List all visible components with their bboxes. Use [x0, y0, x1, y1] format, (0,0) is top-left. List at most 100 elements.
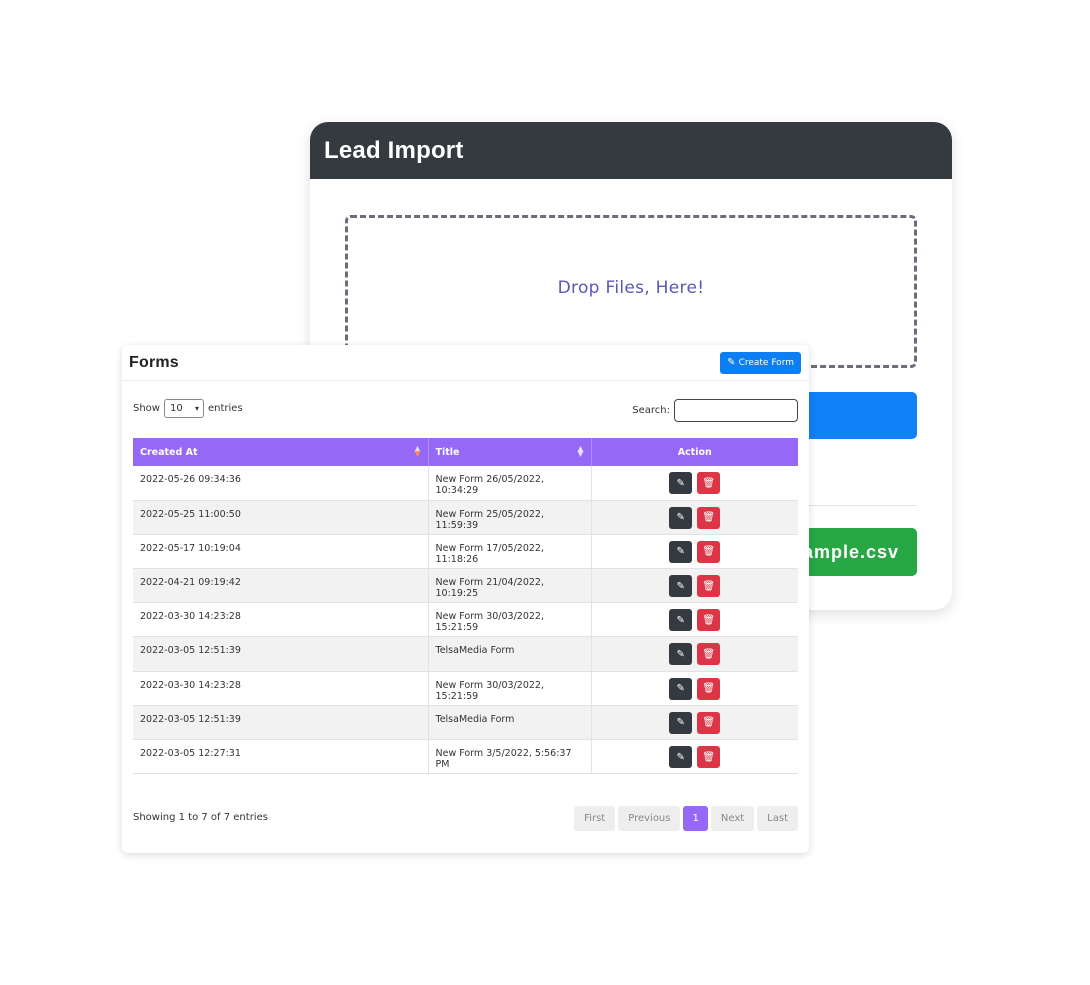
table-info: Showing 1 to 7 of 7 entries — [133, 812, 268, 823]
cell-created-at: 2022-04-21 09:19:42 — [133, 568, 429, 604]
create-form-button[interactable]: ✎ Create Form — [720, 351, 801, 374]
entries-select[interactable]: 10 ▾ — [163, 398, 204, 418]
create-form-label: Create Form — [738, 357, 794, 368]
trash-icon: 🗑 — [702, 512, 716, 524]
cell-title: New Form 21/04/2022, 10:19:25 — [428, 568, 592, 604]
entries-label: entries — [207, 402, 243, 414]
delete-button[interactable]: 🗑 — [697, 677, 721, 700]
pencil-icon: ✎ — [676, 546, 685, 558]
entries-length: Show 10 ▾ entries — [133, 398, 243, 418]
column-created-at[interactable]: Created At ▲ ▼ — [133, 438, 429, 466]
page-next-button[interactable]: Next — [710, 806, 755, 831]
page-last-button[interactable]: Last — [757, 806, 798, 831]
search-input[interactable] — [674, 398, 798, 422]
edit-button[interactable]: ✎ — [669, 711, 693, 734]
trash-icon: 🗑 — [702, 546, 716, 558]
table-row: 2022-05-26 09:34:36 New Form 26/05/2022, … — [133, 466, 798, 501]
delete-button[interactable]: 🗑 — [697, 711, 721, 734]
forms-table: Created At ▲ ▼ Title ▲ ▼ Action 2022-05-26… — [133, 438, 798, 775]
edit-button[interactable]: ✎ — [669, 472, 693, 494]
table-controls: Show 10 ▾ entries Search: — [133, 398, 798, 422]
edit-button[interactable]: ✎ — [669, 540, 693, 563]
cell-created-at: 2022-03-05 12:27:31 — [133, 739, 429, 775]
chevron-down-icon: ▾ — [194, 403, 199, 413]
delete-button[interactable]: 🗑 — [697, 472, 721, 494]
cell-title: TelsaMedia Form — [428, 705, 592, 741]
column-action: Action — [591, 438, 798, 466]
table-header-row: Created At ▲ ▼ Title ▲ ▼ Action — [133, 438, 798, 466]
entries-value: 10 — [169, 402, 183, 414]
cell-actions: ✎ 🗑 — [591, 568, 798, 604]
edit-button[interactable]: ✎ — [669, 575, 693, 598]
cell-actions: ✎ 🗑 — [591, 534, 798, 570]
cell-actions: ✎ 🗑 — [591, 739, 798, 775]
cell-title: New Form 26/05/2022, 10:34:29 — [428, 466, 592, 501]
cell-title: TelsaMedia Form — [428, 636, 592, 672]
cell-created-at: 2022-05-26 09:34:36 — [133, 466, 429, 501]
pencil-icon: ✎ — [676, 580, 685, 592]
pencil-icon: ✎ — [676, 751, 685, 763]
table-row: 2022-04-21 09:19:42 New Form 21/04/2022, … — [133, 568, 798, 604]
pagination: First Previous 1 Next Last — [574, 806, 798, 831]
cell-created-at: 2022-03-30 14:23:28 — [133, 602, 429, 638]
sort-icon: ▲ ▼ — [414, 444, 421, 458]
forms-header: Forms ✎ Create Form — [122, 345, 809, 381]
trash-icon: 🗑 — [702, 614, 716, 626]
delete-button[interactable]: 🗑 — [697, 609, 721, 632]
delete-button[interactable]: 🗑 — [697, 643, 721, 666]
dropzone-text: Drop Files, Here! — [557, 277, 705, 298]
column-label: Title — [435, 446, 460, 458]
pencil-icon: ✎ — [676, 477, 685, 489]
cell-actions: ✎ 🗑 — [591, 500, 798, 535]
sample-button-label: ample.csv — [802, 541, 899, 562]
table-row: 2022-03-05 12:27:31 New Form 3/5/2022, 5:… — [133, 739, 798, 775]
search-label: Search: — [632, 404, 670, 416]
delete-button[interactable]: 🗑 — [697, 746, 721, 768]
edit-button[interactable]: ✎ — [669, 643, 693, 666]
edit-button[interactable]: ✎ — [669, 609, 693, 632]
cell-title: New Form 3/5/2022, 5:56:37 PM — [428, 739, 592, 775]
cell-created-at: 2022-03-05 12:51:39 — [133, 636, 429, 672]
trash-icon: 🗑 — [702, 717, 716, 729]
trash-icon: 🗑 — [702, 477, 716, 489]
cell-title: New Form 17/05/2022, 11:18:26 — [428, 534, 592, 570]
column-label: Action — [677, 446, 712, 458]
page-first-button[interactable]: First — [574, 806, 616, 831]
column-title[interactable]: Title ▲ ▼ — [428, 438, 592, 466]
trash-icon: 🗑 — [702, 751, 716, 763]
delete-button[interactable]: 🗑 — [697, 506, 721, 529]
edit-button[interactable]: ✎ — [669, 506, 693, 529]
trash-icon: 🗑 — [702, 580, 716, 592]
cell-created-at: 2022-03-05 12:51:39 — [133, 705, 429, 741]
cell-actions: ✎ 🗑 — [591, 671, 798, 706]
trash-icon: 🗑 — [702, 648, 716, 660]
delete-button[interactable]: 🗑 — [697, 540, 721, 563]
table-row: 2022-03-05 12:51:39 TelsaMedia Form ✎ 🗑 — [133, 705, 798, 741]
cell-created-at: 2022-05-25 11:00:50 — [133, 500, 429, 535]
pencil-icon: ✎ — [676, 512, 685, 524]
table-row: 2022-05-25 11:00:50 New Form 25/05/2022, … — [133, 500, 798, 535]
trash-icon: 🗑 — [702, 683, 716, 695]
column-label: Created At — [140, 446, 198, 458]
table-row: 2022-05-17 10:19:04 New Form 17/05/2022, … — [133, 534, 798, 570]
edit-button[interactable]: ✎ — [669, 677, 693, 700]
page-previous-button[interactable]: Previous — [618, 806, 681, 831]
cell-actions: ✎ 🗑 — [591, 602, 798, 638]
cell-title: New Form 30/03/2022, 15:21:59 — [428, 671, 592, 706]
cell-title: New Form 30/03/2022, 15:21:59 — [428, 602, 592, 638]
lead-import-title: Lead Import — [310, 122, 952, 179]
page-current-button[interactable]: 1 — [683, 806, 708, 831]
cell-actions: ✎ 🗑 — [591, 636, 798, 672]
forms-title: Forms — [129, 353, 179, 371]
cell-actions: ✎ 🗑 — [591, 705, 798, 741]
delete-button[interactable]: 🗑 — [697, 575, 721, 598]
pencil-icon: ✎ — [676, 614, 685, 626]
table-search: Search: — [632, 398, 798, 422]
table-row: 2022-03-05 12:51:39 TelsaMedia Form ✎ 🗑 — [133, 636, 798, 672]
sort-icon: ▲ ▼ — [577, 444, 584, 458]
forms-card: Forms ✎ Create Form Show 10 ▾ entries Se… — [122, 345, 809, 853]
pencil-icon: ✎ — [676, 648, 685, 660]
edit-button[interactable]: ✎ — [669, 746, 693, 768]
cell-created-at: 2022-03-30 14:23:28 — [133, 671, 429, 706]
pencil-icon: ✎ — [676, 683, 685, 695]
